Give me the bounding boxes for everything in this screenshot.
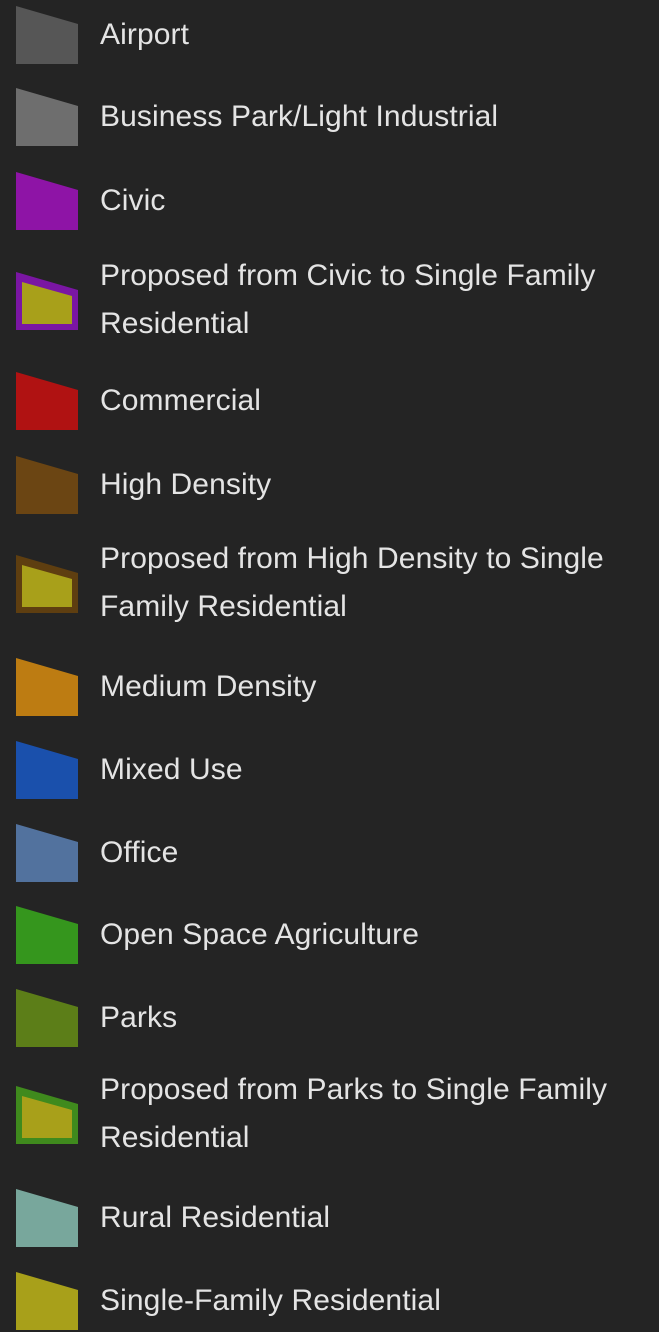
legend-item-parks: Parks bbox=[0, 983, 659, 1055]
mixed-use-swatch-icon bbox=[14, 739, 80, 801]
legend-item-proposed-parks-to-sfr: Proposed from Parks to Single Family Res… bbox=[0, 1066, 659, 1166]
swatch-fill bbox=[16, 1272, 78, 1330]
land-use-legend: Airport Business Park/Light Industrial C… bbox=[0, 0, 659, 1330]
swatch-fill bbox=[16, 989, 78, 1047]
swatch-fill bbox=[16, 88, 78, 146]
legend-item-airport: Airport bbox=[0, 0, 659, 72]
legend-item-office: Office bbox=[0, 818, 659, 890]
rural-residential-swatch-icon bbox=[14, 1187, 80, 1249]
high-density-swatch-icon bbox=[14, 454, 80, 516]
legend-label: Open Space Agriculture bbox=[100, 918, 420, 951]
legend-item-business-park: Business Park/Light Industrial bbox=[0, 82, 659, 154]
civic-swatch-icon bbox=[14, 170, 80, 232]
swatch-fill bbox=[16, 824, 78, 882]
swatch-fill bbox=[16, 6, 78, 64]
business-park-swatch-icon bbox=[14, 86, 80, 148]
legend-item-rural-residential: Rural Residential bbox=[0, 1183, 659, 1255]
office-swatch-icon bbox=[14, 822, 80, 884]
medium-density-swatch-icon bbox=[14, 656, 80, 718]
legend-label: Office bbox=[100, 836, 179, 869]
legend-label: Airport bbox=[100, 18, 190, 51]
swatch-fill bbox=[16, 456, 78, 514]
swatch-fill bbox=[16, 172, 78, 230]
legend-item-proposed-high-density-to-sfr: Proposed from High Density to Single Fam… bbox=[0, 535, 659, 635]
swatch-fill bbox=[16, 658, 78, 716]
swatch-fill bbox=[16, 1189, 78, 1247]
proposed-high-density-swatch-icon bbox=[14, 553, 80, 615]
legend-item-open-space-agriculture: Open Space Agriculture bbox=[0, 900, 659, 972]
proposed-civic-swatch-icon bbox=[14, 270, 80, 332]
parks-swatch-icon bbox=[14, 987, 80, 1049]
legend-item-commercial: Commercial bbox=[0, 366, 659, 438]
legend-label: Proposed from High Density to Single Fam… bbox=[100, 542, 604, 623]
legend-label: Business Park/Light Industrial bbox=[100, 100, 499, 133]
legend-label: Rural Residential bbox=[100, 1201, 331, 1234]
legend-label: High Density bbox=[100, 468, 272, 501]
legend-item-civic: Civic bbox=[0, 166, 659, 238]
legend-label: Single-Family Residential bbox=[100, 1284, 441, 1317]
swatch-fill bbox=[16, 372, 78, 430]
legend-item-single-family-residential: Single-Family Residential bbox=[0, 1266, 659, 1330]
legend-label: Commercial bbox=[100, 384, 262, 417]
open-space-agriculture-swatch-icon bbox=[14, 904, 80, 966]
legend-label: Proposed from Civic to Single Family Res… bbox=[100, 259, 596, 340]
proposed-parks-swatch-icon bbox=[14, 1084, 80, 1146]
swatch-fill bbox=[16, 741, 78, 799]
swatch-fill bbox=[16, 906, 78, 964]
legend-item-medium-density: Medium Density bbox=[0, 652, 659, 724]
legend-item-mixed-use: Mixed Use bbox=[0, 735, 659, 807]
legend-item-proposed-civic-to-sfr: Proposed from Civic to Single Family Res… bbox=[0, 252, 659, 352]
legend-label: Mixed Use bbox=[100, 753, 243, 786]
legend-label: Parks bbox=[100, 1001, 178, 1034]
legend-label: Civic bbox=[100, 184, 166, 217]
legend-item-high-density: High Density bbox=[0, 450, 659, 522]
legend-label: Proposed from Parks to Single Family Res… bbox=[100, 1073, 608, 1154]
commercial-swatch-icon bbox=[14, 370, 80, 432]
single-family-residential-swatch-icon bbox=[14, 1270, 80, 1332]
airport-swatch-icon bbox=[14, 4, 80, 66]
legend-label: Medium Density bbox=[100, 670, 317, 703]
